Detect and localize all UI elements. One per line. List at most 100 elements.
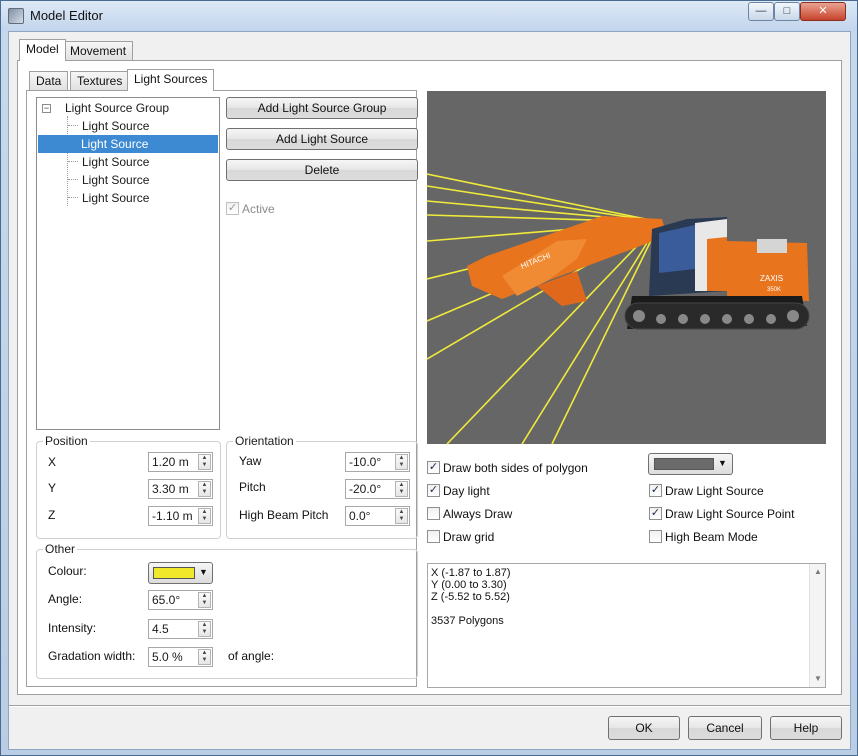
draw-light-source-point-label: Draw Light Source Point [665, 507, 795, 521]
day-light-label: Day light [443, 484, 490, 498]
light-sources-panel: − Light Source Group Light Source Light … [26, 90, 418, 687]
position-y-input[interactable]: 3.30 m ▲ ▼ [148, 479, 213, 499]
yaw-label: Yaw [239, 454, 262, 468]
tree-item-light-source[interactable]: Light Source [81, 189, 150, 207]
position-x-input[interactable]: 1.20 m ▲ ▼ [148, 452, 213, 472]
machine-sub-label: 350K [767, 287, 781, 293]
machine-model-label: ZAXIS [760, 274, 783, 283]
gradation-width-input[interactable]: 5.0 % ▲ ▼ [148, 647, 213, 667]
maximize-button[interactable]: □ [774, 2, 800, 21]
tree-item-light-source-selected[interactable]: Light Source [38, 135, 218, 153]
ok-button[interactable]: OK [608, 716, 680, 740]
position-z-input[interactable]: -1.10 m ▲ ▼ [148, 506, 213, 526]
colour-label: Colour: [48, 564, 87, 578]
spin-arrows-icon[interactable]: ▲ ▼ [395, 454, 408, 470]
day-light-checkbox[interactable]: ✓ [427, 484, 440, 497]
tab-light-sources[interactable]: Light Sources [127, 69, 215, 91]
high-beam-pitch-label: High Beam Pitch [239, 508, 329, 522]
chevron-down-icon: ▼ [199, 567, 208, 577]
3d-viewport[interactable]: HITACHI ZAXIS 350K [427, 91, 826, 444]
info-scrollbar[interactable]: ▲ ▼ [809, 564, 825, 687]
draw-both-sides-checkbox[interactable]: ✓ [427, 461, 440, 474]
info-line: Y (0.00 to 3.30) [431, 579, 507, 591]
model-info-box[interactable]: X (-1.87 to 1.87) Y (0.00 to 3.30) Z (-5… [427, 563, 826, 688]
position-title: Position [43, 434, 90, 448]
window-title: Model Editor [30, 8, 103, 23]
pitch-input[interactable]: -20.0° ▲ ▼ [345, 479, 410, 499]
spin-arrows-icon[interactable]: ▲ ▼ [395, 508, 408, 524]
gradation-suffix-label: of angle: [228, 649, 275, 663]
position-group: Position X 1.20 m ▲ ▼ Y 3.30 m ▲ ▼ Z -1.10… [36, 434, 221, 539]
colour-dropdown[interactable]: ▼ [148, 562, 213, 584]
tab-data[interactable]: Data [29, 71, 69, 91]
light-beams [427, 173, 661, 444]
model-editor-window: Model Editor — □ ✕ Model Movement Data T… [0, 0, 858, 756]
model-tab-panel: Data Textures Light Sources − Light Sour… [17, 60, 842, 695]
help-button[interactable]: Help [770, 716, 842, 740]
add-light-source-button[interactable]: Add Light Source [226, 128, 418, 150]
other-group: Other Colour: ▼ Angle: 65.0° ▲ ▼ Intensit… [36, 542, 418, 679]
collapse-icon[interactable]: − [42, 104, 51, 113]
tab-movement[interactable]: Movement [63, 41, 134, 61]
orientation-title: Orientation [233, 434, 296, 448]
active-checkbox[interactable]: ✓ [226, 202, 239, 215]
tree-item-group[interactable]: Light Source Group [63, 99, 171, 117]
active-label: Active [242, 202, 275, 216]
add-light-source-group-button[interactable]: Add Light Source Group [226, 97, 418, 119]
y-label: Y [48, 481, 57, 495]
chevron-down-icon: ▼ [718, 458, 727, 468]
client-area: Model Movement Data Textures Light Sourc… [8, 31, 851, 750]
scroll-up-icon[interactable]: ▲ [810, 564, 826, 580]
yaw-input[interactable]: -10.0° ▲ ▼ [345, 452, 410, 472]
draw-light-source-checkbox[interactable]: ✓ [649, 484, 662, 497]
info-line: Z (-5.52 to 5.52) [431, 591, 510, 603]
background-colour-dropdown[interactable]: ▼ [648, 453, 733, 475]
close-button[interactable]: ✕ [800, 2, 846, 21]
excavator-arm: HITACHI [467, 216, 667, 306]
intensity-input[interactable]: 4.5 ▲ ▼ [148, 619, 213, 639]
high-beam-mode-label: High Beam Mode [665, 530, 758, 544]
minimize-button[interactable]: — [748, 2, 774, 21]
angle-input[interactable]: 65.0° ▲ ▼ [148, 590, 213, 610]
angle-label: Angle: [48, 592, 83, 606]
excavator-model-view: HITACHI ZAXIS 350K [427, 173, 810, 444]
spin-arrows-icon[interactable]: ▲ ▼ [198, 454, 211, 470]
draw-both-sides-label: Draw both sides of polygon [443, 461, 588, 475]
background-colour-swatch [654, 458, 714, 470]
cancel-button[interactable]: Cancel [688, 716, 762, 740]
spin-arrows-icon[interactable]: ▲ ▼ [198, 592, 211, 608]
spin-arrows-icon[interactable]: ▲ ▼ [395, 481, 408, 497]
x-label: X [48, 455, 57, 469]
orientation-group: Orientation Yaw -10.0° ▲ ▼ Pitch -20.0° ▲… [226, 434, 418, 539]
title-bar[interactable]: Model Editor — □ ✕ [1, 1, 857, 31]
spin-arrows-icon[interactable]: ▲ ▼ [198, 508, 211, 524]
tree-item-light-source[interactable]: Light Source [81, 117, 150, 135]
z-label: Z [48, 508, 56, 522]
tab-textures[interactable]: Textures [70, 71, 130, 91]
tree-item-light-source[interactable]: Light Source [81, 153, 150, 171]
tree-item-light-source[interactable]: Light Source [81, 171, 150, 189]
colour-swatch [153, 567, 195, 579]
excavator-body: ZAXIS 350K [624, 217, 810, 330]
delete-button[interactable]: Delete [226, 159, 418, 181]
always-draw-checkbox[interactable] [427, 507, 440, 520]
high-beam-pitch-input[interactable]: 0.0° ▲ ▼ [345, 506, 410, 526]
light-source-tree[interactable]: − Light Source Group Light Source Light … [36, 97, 220, 430]
draw-light-source-label: Draw Light Source [665, 484, 764, 498]
pitch-label: Pitch [239, 480, 266, 494]
polygon-count: 3537 Polygons [431, 615, 504, 627]
footer-separator [9, 705, 850, 707]
draw-grid-checkbox[interactable] [427, 530, 440, 543]
spin-arrows-icon[interactable]: ▲ ▼ [198, 649, 211, 665]
spin-arrows-icon[interactable]: ▲ ▼ [198, 621, 211, 637]
info-line: X (-1.87 to 1.87) [431, 567, 511, 579]
spin-arrows-icon[interactable]: ▲ ▼ [198, 481, 211, 497]
draw-light-source-point-checkbox[interactable]: ✓ [649, 507, 662, 520]
scroll-down-icon[interactable]: ▼ [810, 671, 826, 687]
always-draw-label: Always Draw [443, 507, 513, 521]
intensity-label: Intensity: [48, 621, 97, 635]
draw-grid-label: Draw grid [443, 530, 495, 544]
high-beam-mode-checkbox[interactable] [649, 530, 662, 543]
other-title: Other [43, 542, 78, 556]
tab-model[interactable]: Model [19, 39, 66, 61]
